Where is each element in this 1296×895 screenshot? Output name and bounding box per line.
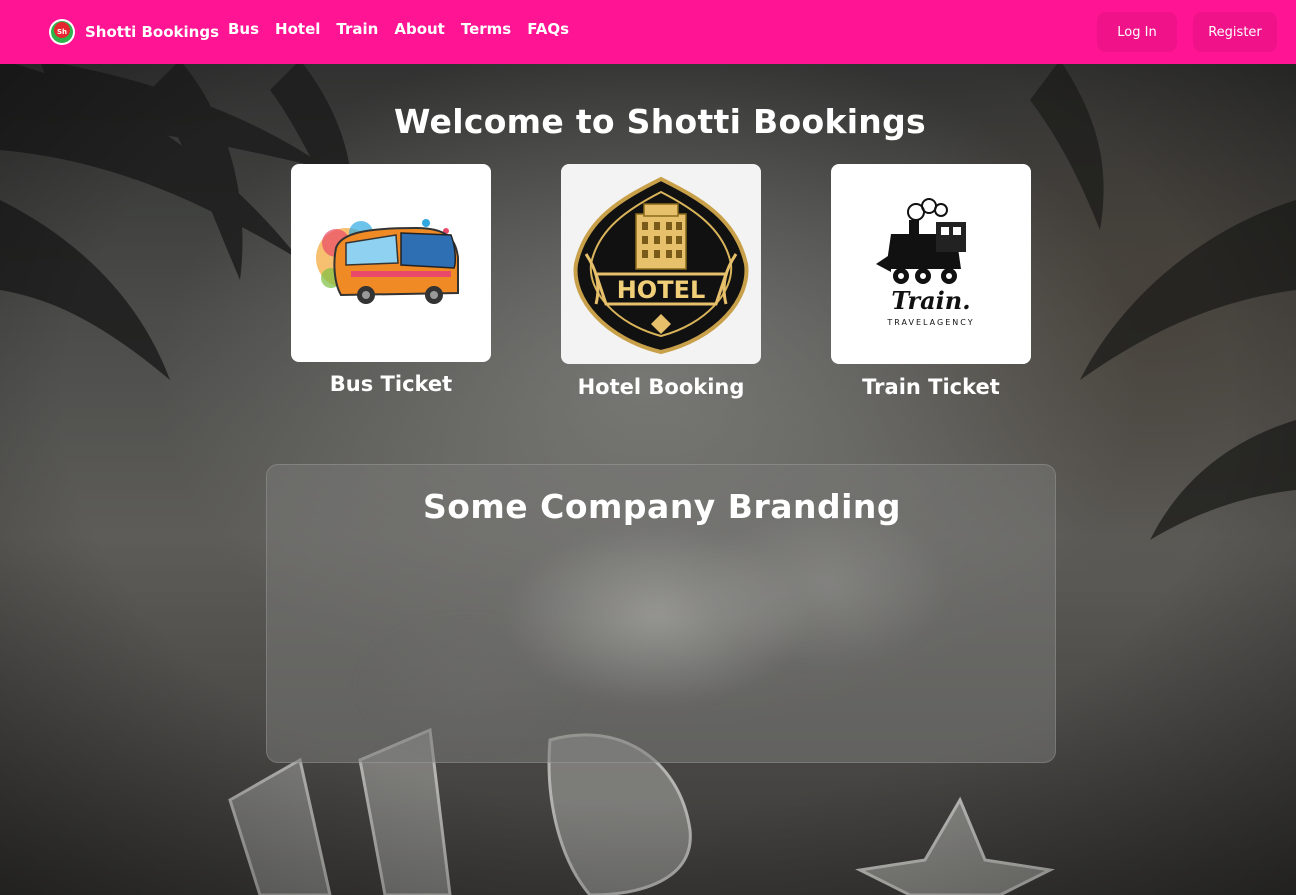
register-button[interactable]: Register [1193, 12, 1277, 52]
nav-link-hotel[interactable]: Hotel [275, 20, 320, 38]
hotel-image: HOTEL [561, 164, 761, 364]
brand-name: Shotti Bookings [85, 23, 219, 41]
nav-link-faqs[interactable]: FAQs [527, 20, 569, 38]
train-logo-title: Train. [891, 286, 970, 315]
hotel-emblem-icon: HOTEL [573, 176, 749, 354]
nav-link-terms[interactable]: Terms [461, 20, 511, 38]
hotel-booking-label: Hotel Booking [577, 375, 745, 399]
train-image: Train. TRAVELAGENCY [831, 164, 1031, 364]
branding-title: Some Company Branding [422, 487, 902, 526]
bus-image [291, 164, 491, 362]
svg-text:Sh: Sh [57, 28, 67, 36]
page-title: Welcome to Shotti Bookings [394, 102, 926, 141]
hotel-booking-card[interactable]: HOTEL Hotel Booking [561, 164, 761, 399]
brand-link[interactable]: Sh Shotti Bookings [47, 17, 219, 47]
train-ticket-label: Train Ticket [862, 375, 1000, 399]
login-button[interactable]: Log In [1097, 12, 1177, 52]
train-ticket-card[interactable]: Train. TRAVELAGENCY Train Ticket [831, 164, 1031, 399]
nav-links: Bus Hotel Train About Terms FAQs [228, 20, 569, 38]
company-branding-panel: Some Company Branding [266, 464, 1056, 763]
brand-logo-icon: Sh [49, 19, 75, 45]
top-navbar: Sh Shotti Bookings Bus Hotel Train About… [0, 0, 1296, 64]
bus-ticket-card[interactable]: Bus Ticket [291, 164, 491, 396]
train-logo-subtitle: TRAVELAGENCY [886, 318, 974, 327]
bus-ticket-label: Bus Ticket [329, 372, 453, 396]
nav-link-train[interactable]: Train [336, 20, 378, 38]
nav-link-about[interactable]: About [394, 20, 445, 38]
nav-link-bus[interactable]: Bus [228, 20, 259, 38]
hotel-emblem-text: HOTEL [617, 276, 706, 304]
bus-icon [316, 219, 459, 304]
train-icon: Train. TRAVELAGENCY [876, 198, 974, 327]
